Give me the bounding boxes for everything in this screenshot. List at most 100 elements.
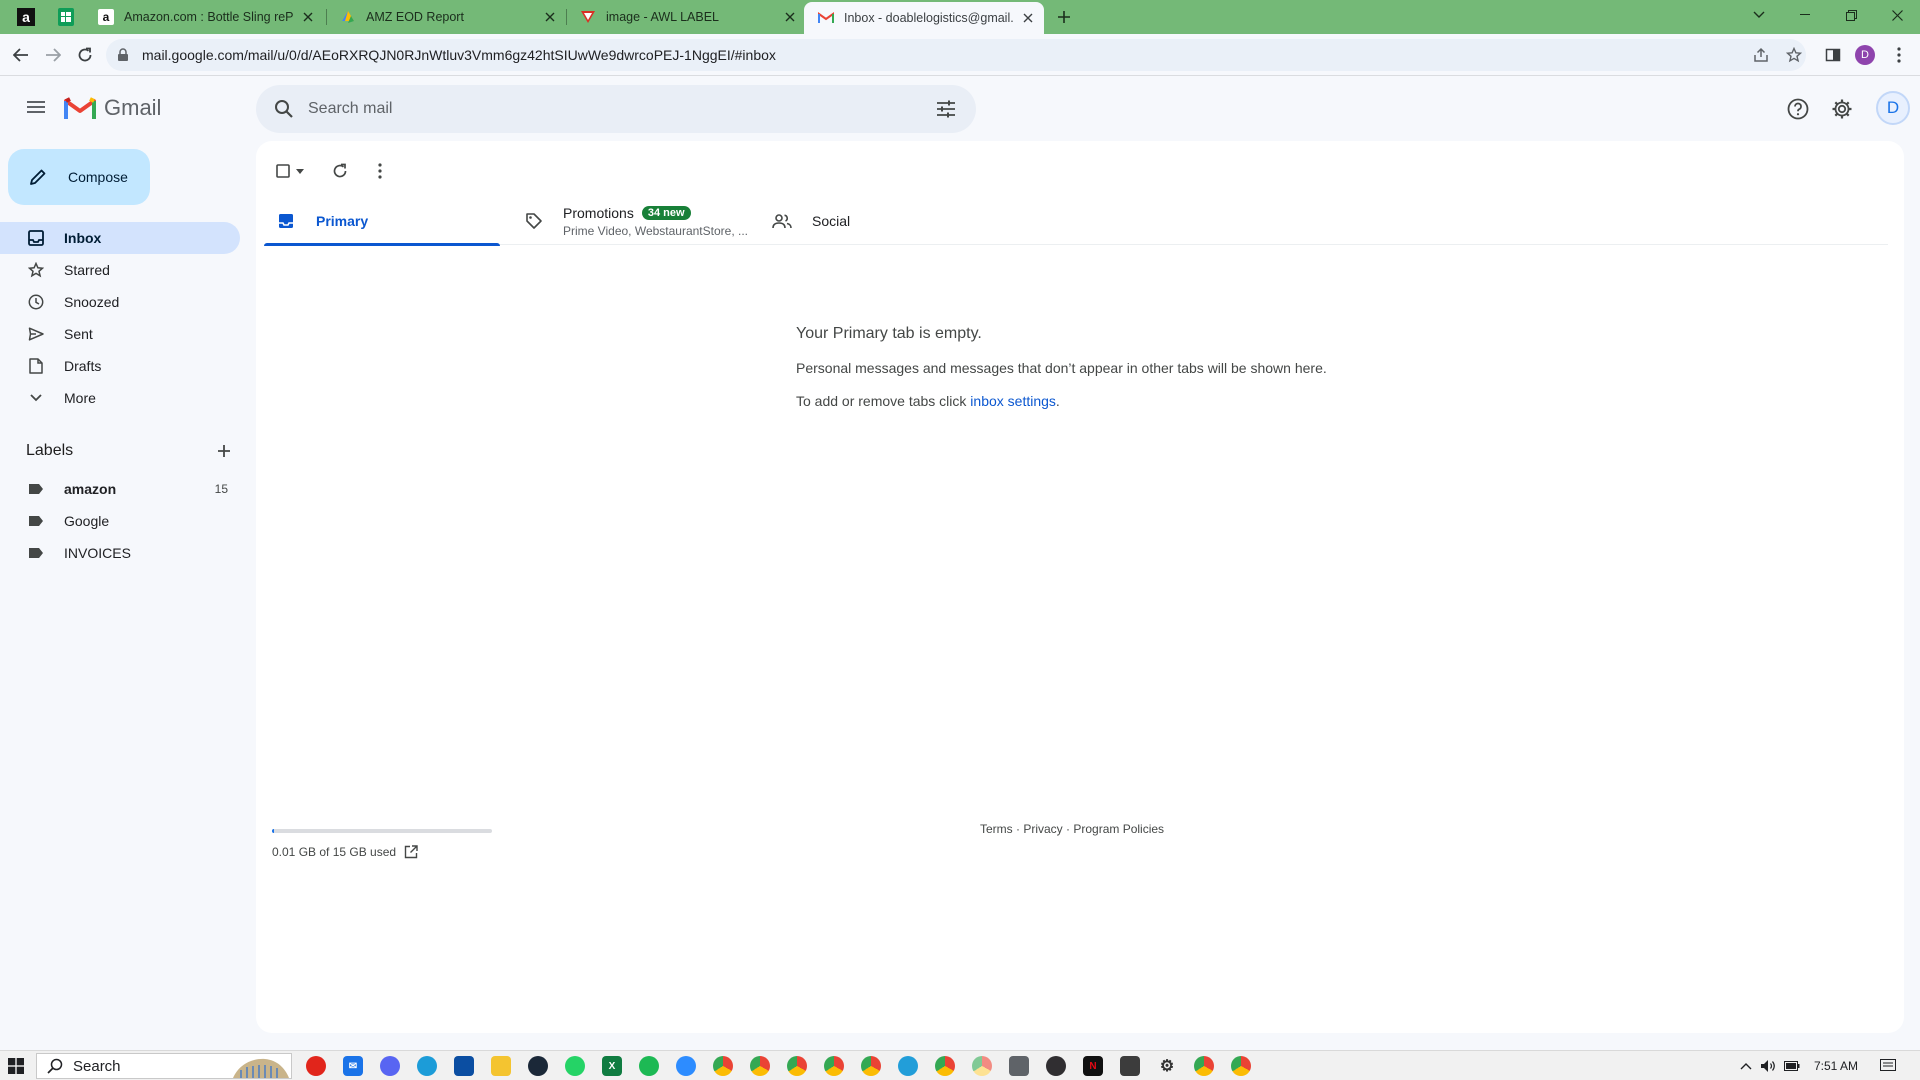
main-menu-button[interactable]: [18, 89, 54, 125]
search-options-icon[interactable]: [922, 85, 970, 133]
chrome-icon[interactable]: [824, 1056, 844, 1076]
netflix-icon[interactable]: N: [1083, 1056, 1103, 1076]
settings-icon[interactable]: ⚙: [1157, 1056, 1177, 1076]
label-count: 15: [214, 482, 228, 496]
steam-icon[interactable]: [528, 1056, 548, 1076]
restore-icon: [1845, 9, 1857, 21]
chrome-icon[interactable]: [861, 1056, 881, 1076]
telegram-icon[interactable]: [898, 1056, 918, 1076]
chrome-icon[interactable]: [750, 1056, 770, 1076]
calculator-icon[interactable]: [1009, 1056, 1029, 1076]
whatsapp-icon[interactable]: [565, 1056, 585, 1076]
reload-button[interactable]: [70, 40, 100, 70]
account-avatar[interactable]: D: [1876, 91, 1910, 125]
media-icon[interactable]: [1120, 1056, 1140, 1076]
inbox-settings-link[interactable]: inbox settings: [970, 393, 1056, 409]
privacy-link[interactable]: Privacy: [1023, 822, 1062, 836]
close-icon[interactable]: [542, 9, 558, 25]
sidebar-item-snoozed[interactable]: Snoozed: [0, 286, 240, 318]
sidebar-item-label: amazon: [64, 481, 117, 497]
pinned-tab-sheets[interactable]: [54, 5, 78, 29]
close-icon[interactable]: [300, 9, 316, 25]
address-bar[interactable]: mail.google.com/mail/u/0/d/AEoRXRQJN0RJn…: [106, 39, 1806, 71]
browser-tab-3[interactable]: image - AWL LABEL: [566, 0, 806, 34]
chrome-icon[interactable]: [787, 1056, 807, 1076]
discord-icon[interactable]: [380, 1056, 400, 1076]
sidebar-item-more[interactable]: More: [0, 382, 240, 414]
side-panel-button[interactable]: [1818, 40, 1848, 70]
share-button[interactable]: [1746, 40, 1776, 70]
sidebar-item-starred[interactable]: Starred: [0, 254, 240, 286]
search-input[interactable]: [308, 100, 922, 118]
refresh-button[interactable]: [320, 151, 360, 191]
sidebar-item-sent[interactable]: Sent: [0, 318, 240, 350]
sidebar-label-amazon[interactable]: amazon 15: [0, 473, 240, 505]
forward-button[interactable]: [38, 40, 68, 70]
obs-icon[interactable]: [1046, 1056, 1066, 1076]
close-window-button[interactable]: [1874, 0, 1920, 30]
search-bar[interactable]: [256, 85, 976, 133]
taskbar-clock[interactable]: 7:51 AM: [1814, 1059, 1858, 1073]
compose-button[interactable]: Compose: [8, 149, 150, 205]
browser-tab-2[interactable]: AMZ EOD Report: [326, 0, 566, 34]
sidebar-item-label: Drafts: [64, 358, 102, 374]
store-icon[interactable]: [454, 1056, 474, 1076]
volume-icon[interactable]: [1760, 1058, 1776, 1074]
roblox-icon[interactable]: [306, 1056, 326, 1076]
restore-button[interactable]: [1828, 0, 1874, 30]
chrome-icon[interactable]: [1231, 1056, 1251, 1076]
create-label-button[interactable]: [212, 439, 236, 463]
mail-icon[interactable]: ✉: [343, 1056, 363, 1076]
sidebar-item-drafts[interactable]: Drafts: [0, 350, 240, 382]
chrome-icon[interactable]: [1194, 1056, 1214, 1076]
browser-tab-1[interactable]: a Amazon.com : Bottle Sling rePET: [84, 0, 324, 34]
files-icon[interactable]: [491, 1056, 511, 1076]
sidebar-label-google[interactable]: Google: [0, 505, 240, 537]
settings-button[interactable]: [1822, 89, 1862, 129]
more-actions-button[interactable]: [360, 151, 400, 191]
battery-icon[interactable]: [1784, 1058, 1800, 1074]
select-checkbox[interactable]: [270, 151, 310, 191]
chrome-icon[interactable]: [713, 1056, 733, 1076]
zoom-icon[interactable]: [676, 1056, 696, 1076]
browser-menu-button[interactable]: [1884, 40, 1914, 70]
help-button[interactable]: [1778, 89, 1818, 129]
chrome-icon[interactable]: [972, 1056, 992, 1076]
excel-icon[interactable]: X: [602, 1056, 622, 1076]
plus-icon: [218, 445, 230, 457]
sidebar-item-label: Google: [64, 513, 110, 529]
chevron-up-icon[interactable]: [1738, 1058, 1754, 1074]
windows-start-icon[interactable]: [8, 1058, 24, 1074]
tab-search-button[interactable]: [1736, 0, 1782, 30]
tab-social[interactable]: Social: [760, 197, 996, 245]
program-policies-link[interactable]: Program Policies: [1073, 822, 1164, 836]
new-tab-button[interactable]: [1052, 5, 1076, 29]
windows-taskbar: Search ✉ X N ⚙ 7:51 AM: [0, 1050, 1920, 1080]
gmail-logo[interactable]: Gmail: [64, 95, 161, 121]
sidebar-item-inbox[interactable]: Inbox: [0, 222, 240, 254]
terms-link[interactable]: Terms: [980, 822, 1013, 836]
chrome-icon[interactable]: [935, 1056, 955, 1076]
checkbox-icon: [276, 164, 290, 178]
tab-promotions[interactable]: Promotions 34 new Prime Video, Webstaura…: [512, 197, 748, 245]
back-button[interactable]: [6, 40, 36, 70]
profile-button[interactable]: D: [1850, 40, 1880, 70]
browser-tab-title: AMZ EOD Report: [366, 10, 464, 24]
minimize-button[interactable]: [1782, 0, 1828, 30]
sidebar-label-invoices[interactable]: INVOICES: [0, 537, 240, 569]
open-external-icon[interactable]: [404, 845, 418, 859]
edge-icon[interactable]: [417, 1056, 437, 1076]
sheets-icon: [58, 8, 74, 26]
spotify-icon[interactable]: [639, 1056, 659, 1076]
browser-tab-4-active[interactable]: Inbox - doablelogistics@gmail.com: [804, 2, 1044, 34]
chevron-down-icon: [26, 388, 46, 408]
close-icon[interactable]: [1020, 10, 1036, 26]
search-icon[interactable]: [260, 85, 308, 133]
bookmark-button[interactable]: [1779, 40, 1809, 70]
pinned-tab-amazon[interactable]: a: [14, 5, 38, 29]
notification-icon[interactable]: [1880, 1058, 1896, 1074]
taskbar-search[interactable]: Search: [36, 1053, 292, 1079]
empty-hint-prefix: To add or remove tabs click: [796, 393, 971, 409]
close-icon[interactable]: [782, 9, 798, 25]
tab-primary[interactable]: Primary: [264, 197, 500, 246]
